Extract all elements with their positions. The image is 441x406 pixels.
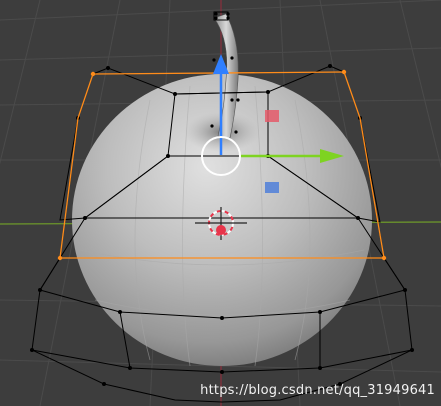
xy-plane-handle[interactable] — [265, 182, 279, 193]
3d-viewport[interactable]: https://blog.csdn.net/qq_31949641 — [0, 0, 441, 406]
xz-plane-handle[interactable] — [265, 110, 279, 122]
viewport-scene[interactable] — [0, 0, 441, 406]
watermark-text: https://blog.csdn.net/qq_31949641 — [200, 383, 435, 398]
